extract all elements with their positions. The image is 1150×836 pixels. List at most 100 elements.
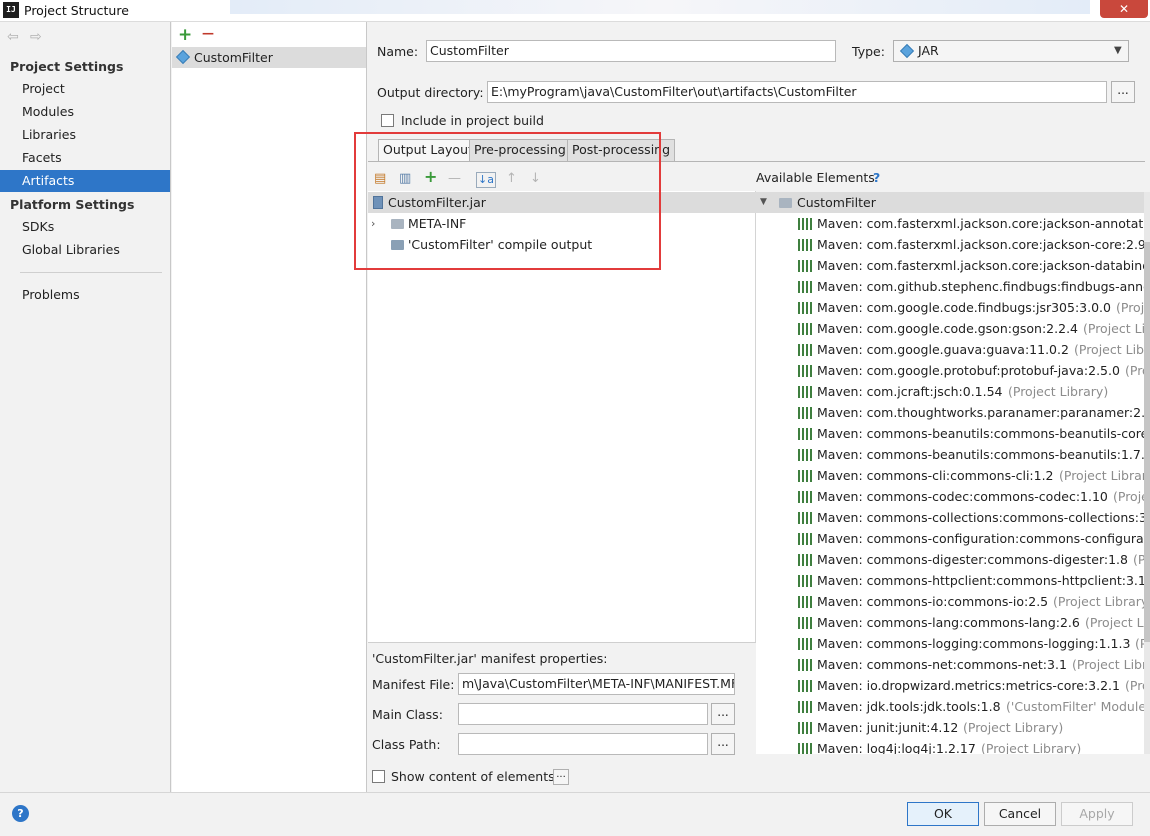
library-name: Maven: commons-cli:commons-cli:1.2 (817, 468, 1054, 483)
move-down-icon[interactable]: ↓ (530, 172, 541, 186)
available-library-item[interactable]: Maven: com.thoughtworks.paranamer:parana… (756, 402, 1144, 423)
cancel-button[interactable]: Cancel (984, 802, 1056, 826)
library-name: Maven: log4j:log4j:1.2.17 (817, 741, 976, 754)
class-path-browse-button[interactable]: ... (711, 733, 735, 755)
add-artifact-icon[interactable]: + (178, 27, 192, 44)
output-layout-tree: ▤ ▥ + — ↓a ↑ ↓ CustomFilter.jar › META-I… (368, 167, 756, 642)
sidebar-item-project[interactable]: Project (0, 78, 170, 100)
chevron-down-icon[interactable]: ▼ (760, 192, 767, 213)
main-class-browse-button[interactable]: ... (711, 703, 735, 725)
manifest-file-field[interactable]: m\Java\CustomFilter\META-INF\MANIFEST.MF (458, 673, 735, 695)
library-name: Maven: jdk.tools:jdk.tools:1.8 (817, 699, 1001, 714)
available-elements-tree: ▼ CustomFilter Maven: com.fasterxml.jack… (756, 192, 1144, 754)
help-icon[interactable]: ? (873, 170, 880, 185)
close-window-button[interactable]: ✕ (1100, 0, 1148, 18)
available-library-item[interactable]: Maven: commons-codec:commons-codec:1.10 (… (756, 486, 1144, 507)
library-name: Maven: io.dropwizard.metrics:metrics-cor… (817, 678, 1120, 693)
available-library-item[interactable]: Maven: commons-httpclient:commons-httpcl… (756, 570, 1144, 591)
move-up-icon[interactable]: ↑ (506, 172, 517, 186)
sort-elements-icon[interactable]: ↓a (476, 172, 496, 188)
library-icon (798, 596, 812, 608)
sidebar-item-problems[interactable]: Problems (0, 284, 170, 306)
available-library-item[interactable]: Maven: com.google.code.findbugs:jsr305:3… (756, 297, 1144, 318)
sidebar-item-libraries[interactable]: Libraries (0, 124, 170, 146)
type-select[interactable]: JAR ▼ (893, 40, 1129, 62)
library-scope: (Project Library) (963, 720, 1064, 735)
sidebar-item-global-libraries[interactable]: Global Libraries (0, 239, 170, 261)
library-scope: (Project Library) (1074, 342, 1144, 357)
library-icon (798, 344, 812, 356)
name-field[interactable]: CustomFilter (426, 40, 836, 62)
show-content-options-button[interactable]: ... (553, 769, 569, 785)
available-library-item[interactable]: Maven: commons-configuration:commons-con… (756, 528, 1144, 549)
available-library-item[interactable]: Maven: com.jcraft:jsch:0.1.54 (Project Li… (756, 381, 1144, 402)
available-library-item[interactable]: Maven: io.dropwizard.metrics:metrics-cor… (756, 675, 1144, 696)
add-copy-icon[interactable]: + (424, 169, 437, 185)
main-class-field[interactable] (458, 703, 708, 725)
tree-node-compile-output[interactable]: 'CustomFilter' compile output (368, 234, 668, 255)
ok-button[interactable]: OK (907, 802, 979, 826)
tree-node-customfilter-jar[interactable]: CustomFilter.jar (368, 192, 756, 213)
library-name: Maven: commons-beanutils:commons-beanuti… (817, 447, 1144, 462)
remove-icon[interactable]: — (448, 172, 461, 186)
available-library-item[interactable]: Maven: com.google.code.gson:gson:2.2.4 (P… (756, 318, 1144, 339)
available-library-item[interactable]: Maven: commons-digester:commons-digester… (756, 549, 1144, 570)
available-library-item[interactable]: Maven: com.google.protobuf:protobuf-java… (756, 360, 1144, 381)
available-library-item[interactable]: Maven: com.fasterxml.jackson.core:jackso… (756, 213, 1144, 234)
library-icon (798, 680, 812, 692)
tab-divider (368, 161, 1145, 162)
available-library-item[interactable]: Maven: commons-logging:commons-logging:1… (756, 633, 1144, 654)
library-name: Maven: com.thoughtworks.paranamer:parana… (817, 405, 1144, 420)
sidebar-item-artifacts[interactable]: Artifacts (0, 170, 170, 192)
available-library-item[interactable]: Maven: commons-beanutils:commons-beanuti… (756, 444, 1144, 465)
forward-arrow-icon[interactable]: ⇨ (30, 29, 42, 45)
chevron-down-icon: ▼ (1114, 45, 1122, 56)
library-icon (798, 659, 812, 671)
output-directory-browse-button[interactable]: ... (1111, 81, 1135, 103)
available-root-customfilter[interactable]: ▼ CustomFilter (756, 192, 1144, 213)
available-library-item[interactable]: Maven: commons-beanutils:commons-beanuti… (756, 423, 1144, 444)
sidebar-item-sdks[interactable]: SDKs (0, 216, 170, 238)
output-layout-toolbar: ▤ ▥ + — ↓a ↑ ↓ (368, 167, 756, 191)
tree-node-meta-inf[interactable]: › META-INF (368, 213, 668, 234)
include-in-build-checkbox[interactable] (381, 114, 394, 127)
available-root-label: CustomFilter (797, 195, 876, 210)
chevron-right-icon[interactable]: › (371, 213, 375, 234)
available-library-item[interactable]: Maven: log4j:log4j:1.2.17 (Project Librar… (756, 738, 1144, 754)
tab-output-layout[interactable]: Output Layout (378, 139, 478, 161)
available-library-item[interactable]: Maven: com.fasterxml.jackson.core:jackso… (756, 234, 1144, 255)
available-library-item[interactable]: Maven: com.github.stephenc.findbugs:find… (756, 276, 1144, 297)
remove-artifact-icon[interactable]: — (202, 26, 214, 40)
library-name: Maven: com.github.stephenc.findbugs:find… (817, 279, 1144, 294)
available-elements-scrollbar[interactable] (1144, 192, 1150, 754)
available-library-item[interactable]: Maven: commons-cli:commons-cli:1.2 (Proje… (756, 465, 1144, 486)
background-window-strip (230, 0, 1090, 14)
artifact-item-customfilter[interactable]: CustomFilter (172, 47, 366, 68)
library-icon (798, 260, 812, 272)
available-library-item[interactable]: Maven: commons-io:commons-io:2.5 (Project… (756, 591, 1144, 612)
show-content-checkbox[interactable] (372, 770, 385, 783)
output-directory-field[interactable]: E:\myProgram\java\CustomFilter\out\artif… (487, 81, 1107, 103)
scrollbar-thumb[interactable] (1144, 242, 1150, 642)
available-library-item[interactable]: Maven: junit:junit:4.12 (Project Library) (756, 717, 1144, 738)
available-library-item[interactable]: Maven: com.google.guava:guava:11.0.2 (Pro… (756, 339, 1144, 360)
create-directory-icon[interactable]: ▤ (374, 172, 386, 186)
available-library-item[interactable]: Maven: jdk.tools:jdk.tools:1.8 ('CustomFi… (756, 696, 1144, 717)
sidebar-item-facets[interactable]: Facets (0, 147, 170, 169)
create-archive-icon[interactable]: ▥ (399, 172, 411, 186)
class-path-field[interactable] (458, 733, 708, 755)
library-icon (798, 470, 812, 482)
sidebar-item-modules[interactable]: Modules (0, 101, 170, 123)
tree-node-label: META-INF (408, 216, 467, 231)
library-name: Maven: com.jcraft:jsch:0.1.54 (817, 384, 1003, 399)
tab-pre-processing[interactable]: Pre-processing (469, 139, 571, 161)
tab-post-processing[interactable]: Post-processing (567, 139, 676, 161)
help-button[interactable]: ? (12, 805, 29, 822)
apply-button[interactable]: Apply (1061, 802, 1133, 826)
library-name: Maven: com.fasterxml.jackson.core:jackso… (817, 258, 1144, 273)
back-arrow-icon[interactable]: ⇦ (7, 29, 19, 45)
available-library-item[interactable]: Maven: com.fasterxml.jackson.core:jackso… (756, 255, 1144, 276)
available-library-item[interactable]: Maven: commons-collections:commons-colle… (756, 507, 1144, 528)
available-library-item[interactable]: Maven: commons-lang:commons-lang:2.6 (Pro… (756, 612, 1144, 633)
available-library-item[interactable]: Maven: commons-net:commons-net:3.1 (Proje… (756, 654, 1144, 675)
